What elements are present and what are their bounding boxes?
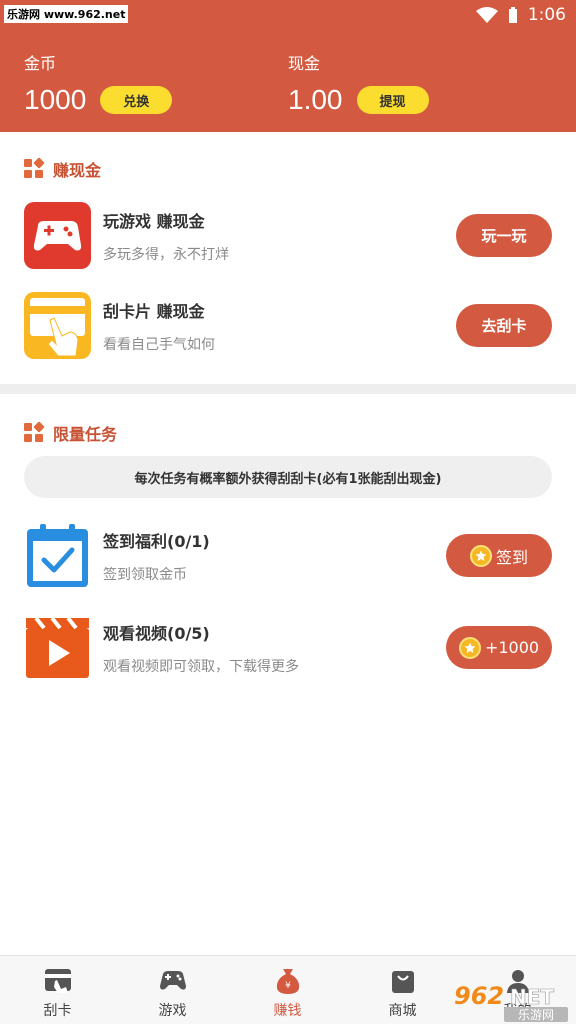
- limited-tasks-section-title: 限量任务: [24, 421, 117, 445]
- coin-icon: [469, 544, 492, 567]
- calendar-check-icon: [24, 522, 91, 589]
- watermark-digits: 962: [454, 982, 504, 1010]
- task-notice: 每次任务有概率额外获得刮刮卡(必有1张能刮出现金): [24, 456, 552, 498]
- status-bar: 1:06: [475, 5, 566, 25]
- coins-balance: 金币 1000 兑换: [24, 50, 173, 116]
- tab-earn[interactable]: ¥ 赚钱: [230, 956, 345, 1024]
- withdraw-button[interactable]: 提现: [356, 86, 429, 114]
- checkin-button-label: 签到: [495, 547, 528, 567]
- watermark-site-name: 乐游网: [518, 1008, 554, 1022]
- bottom-tab-bar: 刮卡 游戏 ¥ 赚钱 商城 我的 962 NET 乐游网: [0, 955, 576, 1024]
- coins-label: 金币: [24, 54, 57, 73]
- list-item-checkin: 签到福利(0/1) 签到领取金币 签到: [24, 522, 552, 590]
- gamepad-icon: [24, 202, 91, 269]
- item-subtitle: 签到领取金币: [103, 567, 187, 583]
- tab-shop[interactable]: 商城: [345, 956, 460, 1024]
- coins-value: 1000: [24, 84, 87, 115]
- watch-video-button[interactable]: +1000: [446, 626, 552, 669]
- item-subtitle: 观看视频即可领取，下载得更多: [103, 659, 299, 675]
- tab-label: 商城: [388, 1003, 417, 1019]
- battery-icon: [508, 7, 517, 23]
- status-time: 1:06: [527, 5, 566, 25]
- section-title-text: 限量任务: [53, 425, 118, 444]
- earn-cash-section-title: 赚现金: [24, 157, 101, 181]
- gamepad-icon: [159, 968, 187, 994]
- item-subtitle: 看看自己手气如何: [103, 337, 215, 353]
- grid-icon: [24, 421, 45, 443]
- section-title-text: 赚现金: [53, 161, 102, 180]
- watermark-bottom-logo: 962 NET 乐游网: [454, 982, 568, 1022]
- coin-icon: [458, 636, 481, 659]
- tab-label: 刮卡: [43, 1003, 72, 1019]
- grid-icon: [24, 157, 45, 179]
- svg-text:¥: ¥: [285, 981, 291, 991]
- watermark-top: 乐游网 www.962.net: [4, 5, 129, 23]
- tab-scratch[interactable]: 刮卡: [0, 956, 115, 1024]
- cash-value: 1.00: [288, 84, 343, 115]
- watermark-net: NET: [510, 985, 554, 1009]
- item-subtitle: 多玩多得，永不打烊: [103, 247, 229, 263]
- play-button[interactable]: 玩一玩: [456, 214, 552, 257]
- cash-balance: 现金 1.00 提现: [288, 50, 429, 116]
- list-item-watch-video: 观看视频(0/5) 观看视频即可领取，下载得更多 +1000: [24, 614, 552, 682]
- exchange-button[interactable]: 兑换: [100, 86, 173, 114]
- item-title: 签到福利(0/1): [103, 532, 210, 551]
- watch-video-button-label: +1000: [484, 638, 540, 657]
- tab-label: 赚钱: [273, 1003, 302, 1019]
- wifi-icon: [475, 7, 498, 23]
- video-clapper-icon: [24, 614, 91, 681]
- item-title: 玩游戏 赚现金: [103, 212, 205, 231]
- cash-label: 现金: [288, 54, 321, 73]
- section-divider: [0, 384, 576, 394]
- header: 乐游网 www.962.net 1:06 金币 1000 兑换 现金 1.00 …: [0, 0, 576, 132]
- item-title: 刮卡片 赚现金: [103, 302, 205, 321]
- shopping-bag-icon: [389, 968, 417, 994]
- tab-games[interactable]: 游戏: [115, 956, 230, 1024]
- tab-label: 游戏: [158, 1003, 187, 1019]
- list-item-scratch-card: 刮卡片 赚现金 看看自己手气如何 去刮卡: [24, 292, 552, 360]
- checkin-button[interactable]: 签到: [446, 534, 552, 577]
- list-item-play-games: 玩游戏 赚现金 多玩多得，永不打烊 玩一玩: [24, 202, 552, 270]
- scratch-card-icon: [24, 292, 91, 359]
- scratch-card-icon: [44, 968, 72, 994]
- scratch-button[interactable]: 去刮卡: [456, 304, 552, 347]
- item-title: 观看视频(0/5): [103, 624, 210, 643]
- money-bag-icon: ¥: [274, 968, 302, 994]
